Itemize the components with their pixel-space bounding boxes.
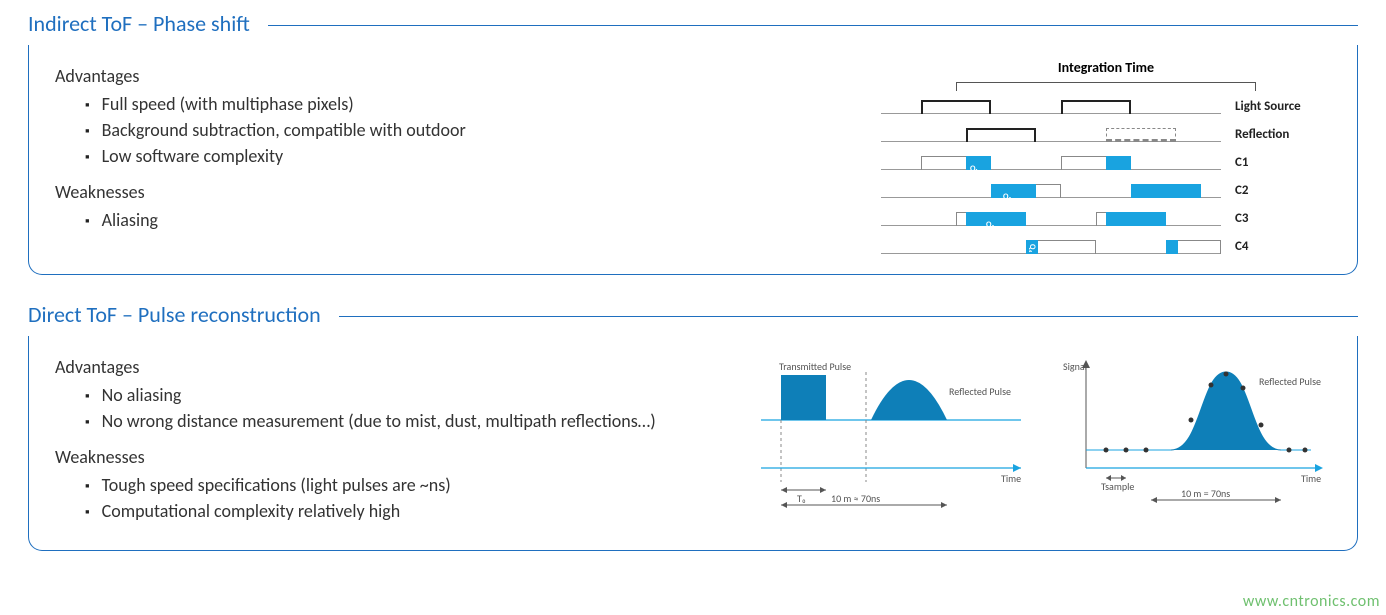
timing-row-reflection: Reflection	[881, 120, 1331, 148]
tx-rx-pulse-plot: Transmitted Pulse Reflected Pulse Time T…	[751, 350, 1031, 510]
integration-bracket	[881, 82, 1331, 88]
row-label: C2	[1221, 183, 1321, 198]
advantages-list: Full speed (with multiphase pixels) Back…	[55, 91, 861, 169]
row-label: Light Source	[1221, 99, 1321, 114]
section-header: Direct ToF – Pulse reconstruction	[28, 301, 1358, 328]
direct-tof-figure: Transmitted Pulse Reflected Pulse Time T…	[751, 350, 1331, 510]
text-block: Advantages No aliasing No wrong distance…	[55, 350, 731, 536]
sampled-pulse-plot: Signal Time Reflected Pulse Tsample 10 m…	[1061, 350, 1331, 510]
t0-label: T₀	[797, 492, 806, 505]
list-item: Computational complexity relatively high	[85, 498, 731, 524]
q-label: Q₄	[1027, 244, 1037, 252]
section-card: Advantages No aliasing No wrong distance…	[28, 336, 1358, 551]
rx-label: Reflected Pulse	[1259, 375, 1321, 388]
section-header: Indirect ToF – Phase shift	[28, 10, 1358, 37]
timing-row-c4: Q₄ C4	[881, 232, 1331, 260]
weaknesses-heading: Weaknesses	[55, 446, 731, 468]
advantages-list: No aliasing No wrong distance measuremen…	[55, 382, 731, 434]
timing-diagram-figure: Integration Time Light Source Reflectio	[881, 59, 1331, 260]
tsample-label: Tsample	[1101, 480, 1134, 493]
row-label: C4	[1221, 239, 1321, 254]
time-axis-label: Time	[1001, 472, 1021, 485]
timing-row-c2: Q₂ C2	[881, 176, 1331, 204]
section-card: Advantages Full speed (with multiphase p…	[28, 45, 1358, 275]
watermark: www.cntronics.com	[1243, 592, 1380, 611]
horizontal-rule	[339, 316, 1358, 317]
weaknesses-heading: Weaknesses	[55, 181, 861, 203]
span-label: 10 m ≈ 70ns	[831, 492, 880, 505]
span-label: 10 m = 70ns	[1181, 487, 1230, 500]
list-item: Background subtraction, compatible with …	[85, 117, 861, 143]
list-item: Tough speed specifications (light pulses…	[85, 472, 731, 498]
row-label: C1	[1221, 155, 1321, 170]
timing-row-c3: Q₃ C3	[881, 204, 1331, 232]
horizontal-rule	[268, 25, 1358, 26]
section-direct-tof: Direct ToF – Pulse reconstruction Advant…	[28, 301, 1358, 551]
time-axis-label: Time	[1301, 472, 1321, 485]
q-label: Q₂	[1003, 192, 1011, 202]
text-block: Advantages Full speed (with multiphase p…	[55, 59, 861, 245]
q-label: Q₃	[986, 220, 994, 230]
row-label: C3	[1221, 211, 1321, 226]
list-item: No wrong distance measurement (due to mi…	[85, 408, 731, 434]
advantages-heading: Advantages	[55, 65, 861, 87]
timing-row-c1: Q₁ C1	[881, 148, 1331, 176]
list-item: Aliasing	[85, 207, 861, 233]
list-item: Full speed (with multiphase pixels)	[85, 91, 861, 117]
weaknesses-list: Aliasing	[55, 207, 861, 233]
row-label: Reflection	[1221, 127, 1321, 142]
section-indirect-tof: Indirect ToF – Phase shift Advantages Fu…	[28, 10, 1358, 275]
advantages-heading: Advantages	[55, 356, 731, 378]
timing-row-light-source: Light Source	[881, 92, 1331, 120]
rx-label: Reflected Pulse	[949, 385, 1011, 398]
tx-label: Transmitted Pulse	[779, 360, 851, 373]
section-title: Indirect ToF – Phase shift	[28, 10, 268, 37]
section-title: Direct ToF – Pulse reconstruction	[28, 301, 339, 328]
signal-axis-label: Signal	[1063, 360, 1087, 373]
weaknesses-list: Tough speed specifications (light pulses…	[55, 472, 731, 524]
q-label: Q₁	[970, 164, 978, 174]
integration-time-label: Integration Time	[881, 59, 1331, 76]
list-item: Low software complexity	[85, 143, 861, 169]
list-item: No aliasing	[85, 382, 731, 408]
